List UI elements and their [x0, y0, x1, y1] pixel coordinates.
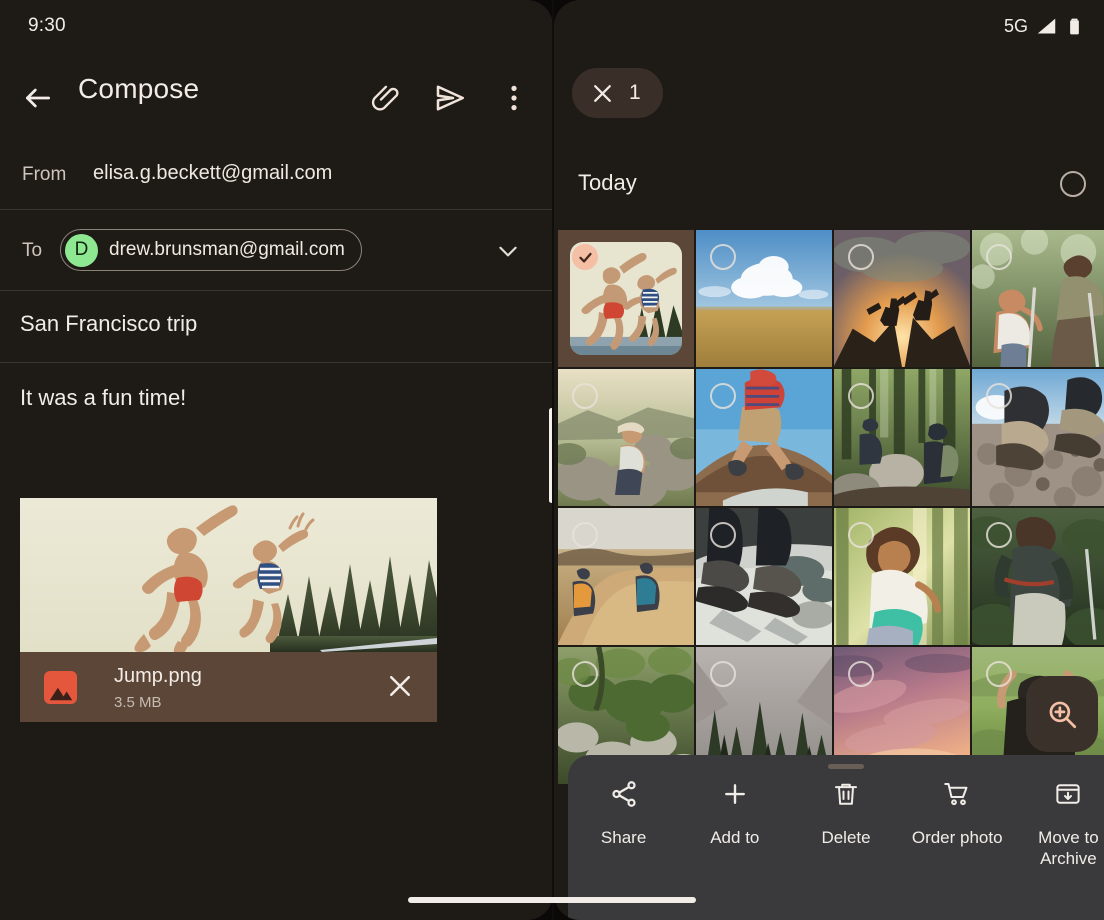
attachment-preview-image: [20, 498, 437, 652]
photo-thumbnail[interactable]: [696, 369, 832, 506]
selection-action-bar: Share Add to Delete Order photo Move to Arch…: [568, 755, 1104, 920]
signal-bars-icon: [1037, 18, 1056, 33]
select-circle-icon[interactable]: [848, 661, 874, 687]
photo-thumbnail[interactable]: [972, 508, 1104, 645]
shopping-cart-icon: [942, 779, 972, 814]
action-label: Move to Archive: [1038, 828, 1099, 869]
photo-thumbnail[interactable]: [834, 369, 970, 506]
photo-thumbnail[interactable]: [558, 369, 694, 506]
recipient-chip[interactable]: D drew.brunsman@gmail.com: [60, 229, 362, 271]
divider: [0, 362, 553, 363]
action-delete[interactable]: Delete: [790, 779, 901, 870]
select-circle-icon[interactable]: [572, 661, 598, 687]
from-value[interactable]: elisa.g.beckett@gmail.com: [93, 162, 332, 185]
battery-full-icon: [1070, 18, 1079, 34]
photo-thumbnail[interactable]: [696, 508, 832, 645]
close-icon[interactable]: [590, 81, 615, 106]
select-circle-icon[interactable]: [986, 661, 1012, 687]
select-circle-icon[interactable]: [986, 383, 1012, 409]
action-share[interactable]: Share: [568, 779, 679, 870]
gmail-compose-panel: 9:30 Compose From elisa.g.beckett@gmail.…: [0, 0, 553, 920]
panel-divider: [552, 0, 554, 920]
paperclip-icon[interactable]: [370, 80, 406, 116]
action-label: Add to: [710, 828, 760, 847]
status-bar-clock: 9:30: [28, 15, 66, 36]
action-order-photo[interactable]: Order photo: [902, 779, 1013, 870]
attachment-file-name: Jump.png: [114, 665, 202, 687]
image-file-icon: [44, 671, 77, 704]
select-circle-icon[interactable]: [986, 244, 1012, 270]
section-header-today: Today: [554, 168, 1104, 206]
chevron-down-icon[interactable]: [495, 238, 521, 264]
select-circle-icon[interactable]: [848, 244, 874, 270]
photo-thumbnail[interactable]: [558, 230, 694, 367]
photo-thumbnail[interactable]: [834, 508, 970, 645]
select-circle-icon[interactable]: [986, 522, 1012, 548]
page-title: Compose: [78, 73, 200, 104]
photo-thumbnail[interactable]: [972, 369, 1104, 506]
from-label: From: [22, 164, 67, 185]
subject-input[interactable]: San Francisco trip: [20, 311, 197, 337]
action-label: Order photo: [911, 828, 1003, 847]
home-indicator[interactable]: [408, 897, 696, 903]
select-circle-icon[interactable]: [710, 661, 736, 687]
to-label: To: [22, 240, 43, 261]
plus-icon: [720, 779, 750, 814]
send-icon[interactable]: [432, 80, 468, 116]
body-input[interactable]: It was a fun time!: [20, 385, 186, 411]
compose-app-bar: Compose: [0, 68, 553, 126]
select-circle-icon[interactable]: [710, 383, 736, 409]
status-bar-right: 5G: [1004, 14, 1084, 38]
screen-root: 9:30 Compose From elisa.g.beckett@gmail.…: [0, 0, 1104, 920]
share-icon: [609, 779, 639, 814]
selection-count-chip[interactable]: 1: [572, 68, 663, 118]
photo-thumbnail[interactable]: [972, 230, 1104, 367]
photo-thumbnail[interactable]: [558, 508, 694, 645]
select-circle-icon[interactable]: [848, 383, 874, 409]
attachment-meta: Jump.png 3.5 MB: [20, 652, 437, 722]
drag-handle[interactable]: [828, 764, 864, 769]
select-circle-icon[interactable]: [572, 522, 598, 548]
archive-icon: [1053, 779, 1083, 814]
action-move-to-archive[interactable]: Move to Archive: [1013, 779, 1104, 870]
action-label: Delete: [821, 828, 871, 847]
avatar: D: [65, 233, 98, 267]
network-label: 5G: [1003, 15, 1028, 36]
select-circle-icon[interactable]: [710, 522, 736, 548]
selection-count: 1: [629, 81, 641, 104]
divider: [0, 290, 553, 291]
select-circle-icon[interactable]: [1060, 171, 1086, 197]
action-label: Share: [600, 828, 647, 847]
check-icon[interactable]: [572, 244, 598, 270]
select-circle-icon[interactable]: [848, 522, 874, 548]
trash-icon: [831, 779, 861, 814]
divider: [0, 209, 553, 210]
zoom-in-icon[interactable]: [1026, 676, 1098, 752]
recipient-email: drew.brunsman@gmail.com: [109, 239, 345, 260]
section-title: Today: [578, 170, 637, 195]
photo-thumbnail[interactable]: [696, 230, 832, 367]
overflow-menu-icon[interactable]: [496, 80, 532, 116]
photo-thumbnail[interactable]: [834, 230, 970, 367]
select-circle-icon[interactable]: [572, 383, 598, 409]
action-add-to[interactable]: Add to: [679, 779, 790, 870]
photo-grid: [558, 230, 1104, 784]
attachment-card[interactable]: Jump.png 3.5 MB: [20, 498, 437, 722]
close-icon[interactable]: [385, 671, 415, 701]
photo-picker-panel: 5G 1 Today Share Add to Delete Order pho…: [554, 0, 1104, 920]
back-arrow-icon[interactable]: [22, 82, 54, 114]
select-circle-icon[interactable]: [710, 244, 736, 270]
attachment-file-size: 3.5 MB: [114, 694, 162, 711]
